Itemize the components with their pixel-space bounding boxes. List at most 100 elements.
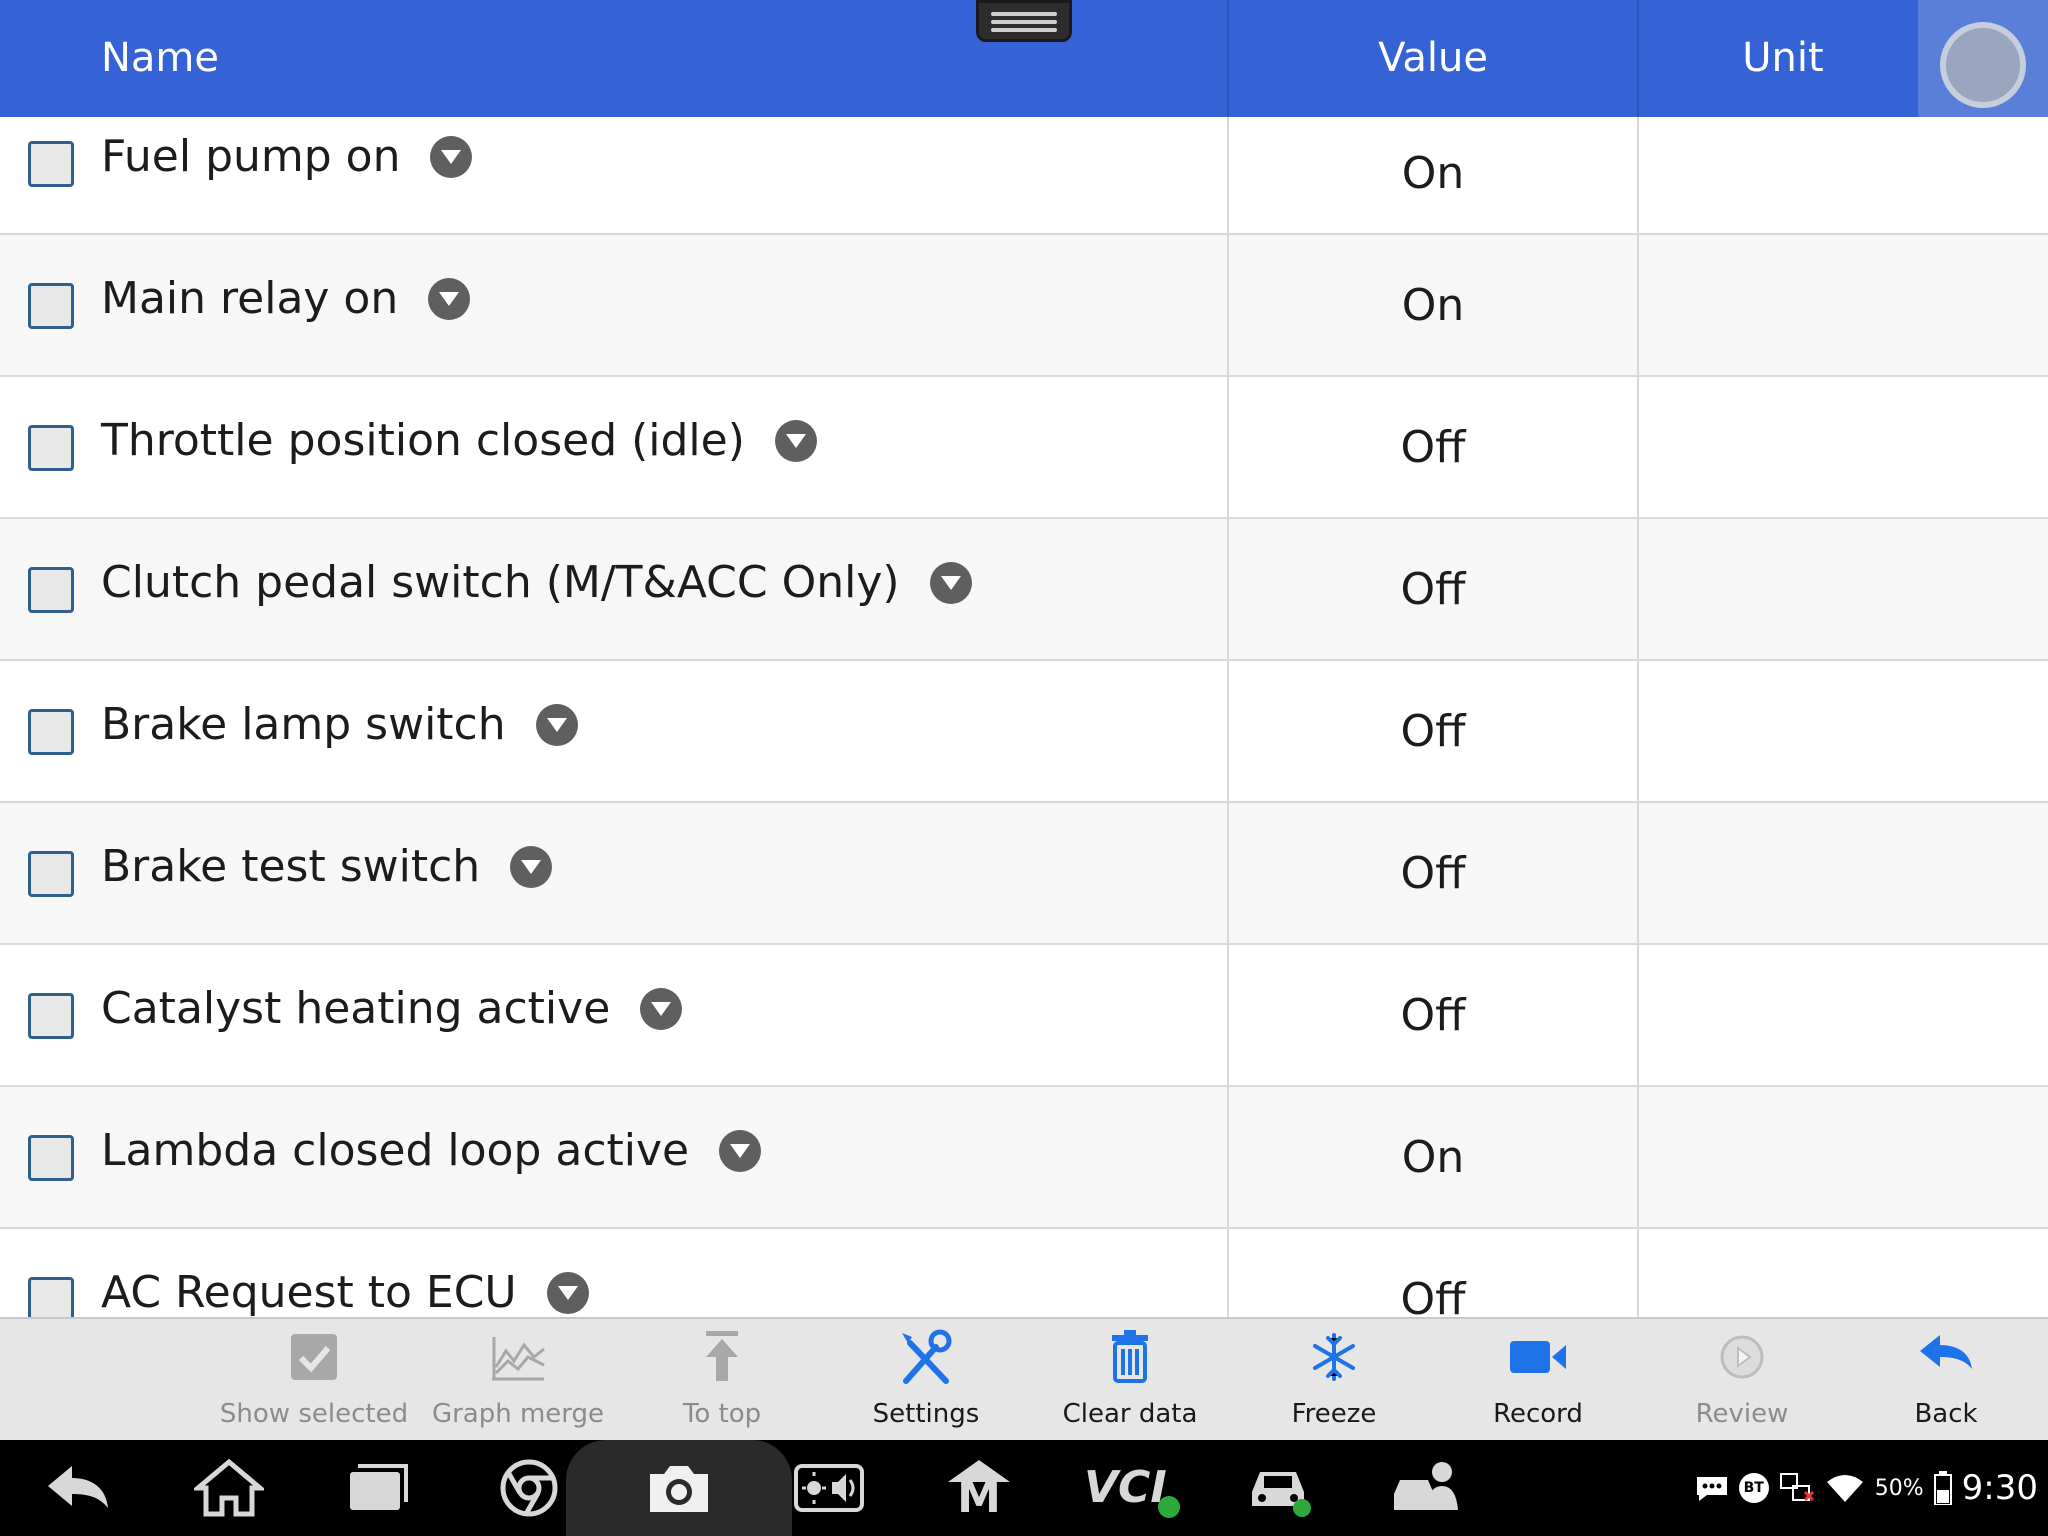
dropdown-arrow-icon[interactable] (428, 277, 471, 320)
row-checkbox[interactable] (28, 993, 74, 1039)
settings-button[interactable]: Settings (824, 1319, 1028, 1442)
data-stream-table[interactable]: Fuel pump on On Main relay on On Throttl… (0, 117, 2048, 1317)
table-row[interactable]: Brake test switch Off (0, 803, 2048, 945)
row-value: Off (1227, 1229, 1637, 1317)
row-name: Catalyst heating active (101, 983, 683, 1034)
floating-assistive-button[interactable] (1918, 0, 2048, 130)
column-header-name[interactable]: Name (101, 0, 219, 117)
table-row[interactable]: Brake lamp switch Off (0, 661, 2048, 803)
arrow-up-to-top-icon (706, 1331, 738, 1381)
maxifix-m-icon[interactable]: M (944, 1458, 1014, 1523)
message-icon (1696, 1477, 1727, 1501)
row-name: Main relay on (101, 273, 471, 324)
column-header-value[interactable]: Value (1227, 0, 1637, 117)
bottom-toolbar: Show selected Graph merge To top Setting… (0, 1317, 2048, 1440)
table-header: Name Value Unit (0, 0, 2048, 117)
system-nav-bar: M VCI BT 50% 9:30 (0, 1440, 2048, 1536)
table-row[interactable]: AC Request to ECU Off (0, 1229, 2048, 1317)
bluetooth-icon: BT (1738, 1473, 1769, 1503)
row-value: Off (1227, 945, 1637, 1087)
dropdown-arrow-icon[interactable] (719, 1129, 762, 1172)
row-name: Brake lamp switch (101, 699, 578, 750)
row-checkbox[interactable] (28, 1277, 74, 1317)
show-selected-button[interactable]: Show selected (212, 1319, 416, 1442)
battery-icon (1933, 1471, 1952, 1505)
clear-data-button[interactable]: Clear data (1028, 1319, 1232, 1442)
vci-status-icon[interactable]: VCI (1084, 1458, 1180, 1518)
table-row[interactable]: Throttle position closed (idle) Off (0, 377, 2048, 519)
dropdown-arrow-icon[interactable] (546, 1271, 589, 1314)
wifi-icon (1826, 1475, 1863, 1502)
dropdown-arrow-icon[interactable] (535, 703, 578, 746)
back-arrow-icon (1920, 1335, 1972, 1369)
row-value: Off (1227, 519, 1637, 661)
table-row[interactable]: Catalyst heating active Off (0, 945, 2048, 1087)
recent-apps-icon[interactable] (344, 1458, 414, 1518)
row-unit (1637, 661, 2048, 803)
dropdown-arrow-icon[interactable] (430, 135, 473, 178)
row-checkbox[interactable] (28, 851, 74, 897)
dropdown-arrow-icon[interactable] (640, 987, 683, 1030)
to-top-button[interactable]: To top (620, 1319, 824, 1442)
row-unit (1637, 945, 2048, 1087)
dropdown-arrow-icon[interactable] (774, 419, 817, 462)
row-checkbox[interactable] (28, 709, 74, 755)
row-checkbox[interactable] (28, 283, 74, 329)
battery-percent: 50% (1874, 1475, 1924, 1501)
row-checkbox[interactable] (28, 567, 74, 613)
row-name: Clutch pedal switch (M/T&ACC Only) (101, 557, 972, 608)
camera-icon[interactable] (644, 1458, 714, 1518)
row-unit (1637, 803, 2048, 945)
row-unit (1637, 117, 2048, 235)
clock: 9:30 (1961, 1468, 2038, 1508)
row-unit (1637, 377, 2048, 519)
row-name: Fuel pump on (101, 131, 473, 182)
row-checkbox[interactable] (28, 425, 74, 471)
row-name: Throttle position closed (idle) (101, 415, 817, 466)
row-value: On (1227, 1087, 1637, 1229)
checkbox-icon (291, 1334, 337, 1380)
drag-handle[interactable] (976, 0, 1072, 42)
network-disconnected-icon (1779, 1473, 1814, 1502)
row-unit (1637, 1087, 2048, 1229)
row-unit (1637, 235, 2048, 377)
row-value: Off (1227, 377, 1637, 519)
video-camera-icon (1510, 1341, 1566, 1373)
row-unit (1637, 1229, 2048, 1317)
row-name: Brake test switch (101, 841, 553, 892)
status-bar: BT 50% 9:30 (1695, 1440, 2038, 1536)
graph-merge-button[interactable]: Graph merge (416, 1319, 620, 1442)
browser-icon[interactable] (494, 1458, 564, 1518)
remote-support-icon[interactable] (1390, 1458, 1460, 1518)
vehicle-connected-icon[interactable] (1244, 1458, 1314, 1518)
table-row[interactable]: Main relay on On (0, 235, 2048, 377)
connected-check-icon (1158, 1496, 1180, 1518)
review-button[interactable]: Review (1640, 1319, 1844, 1442)
row-name: AC Request to ECU (101, 1267, 589, 1317)
row-value: Off (1227, 661, 1637, 803)
table-row[interactable]: Fuel pump on On (0, 117, 2048, 235)
row-name: Lambda closed loop active (101, 1125, 762, 1176)
brightness-volume-icon[interactable] (794, 1458, 864, 1518)
row-value: On (1227, 235, 1637, 377)
trash-icon (1112, 1330, 1148, 1383)
record-button[interactable]: Record (1436, 1319, 1640, 1442)
dropdown-arrow-icon[interactable] (929, 561, 972, 604)
row-checkbox[interactable] (28, 141, 74, 187)
snowflake-icon (1313, 1333, 1355, 1381)
row-checkbox[interactable] (28, 1135, 74, 1181)
table-row[interactable]: Clutch pedal switch (M/T&ACC Only) Off (0, 519, 2048, 661)
freeze-button[interactable]: Freeze (1232, 1319, 1436, 1442)
tools-icon (902, 1329, 952, 1384)
row-value: Off (1227, 803, 1637, 945)
graph-icon (492, 1337, 545, 1381)
row-value: On (1227, 117, 1637, 235)
nav-back-icon[interactable] (44, 1458, 114, 1518)
dropdown-arrow-icon[interactable] (510, 845, 553, 888)
back-button[interactable]: Back (1844, 1319, 2048, 1442)
assistive-ring-icon (1940, 22, 2026, 108)
play-circle-icon (1720, 1335, 1764, 1379)
row-unit (1637, 519, 2048, 661)
table-row[interactable]: Lambda closed loop active On (0, 1087, 2048, 1229)
home-icon[interactable] (194, 1458, 264, 1518)
